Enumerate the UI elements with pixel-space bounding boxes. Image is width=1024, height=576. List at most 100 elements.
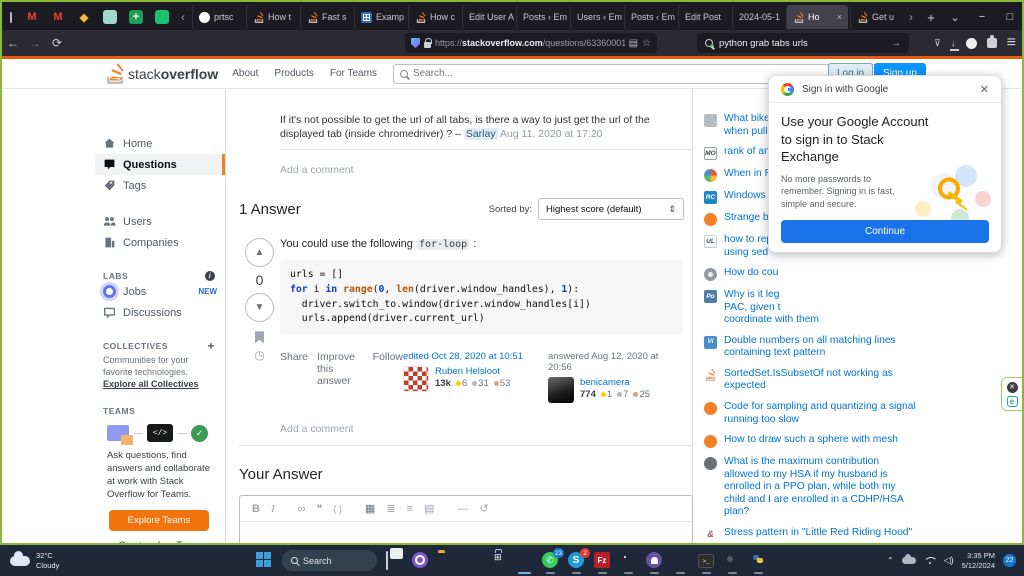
sort-select[interactable]: Highest score (default) — [538, 198, 684, 220]
italic-icon[interactable] — [271, 503, 275, 515]
share-link[interactable]: Share — [280, 351, 308, 403]
upvote-button[interactable]: ▲ — [245, 238, 274, 267]
reload-icon[interactable]: ⟳ — [46, 36, 68, 50]
hot-question[interactable]: SortedSet.IsSubsetOf not working as expe… — [704, 368, 916, 393]
sidebar-item-users[interactable]: Users — [95, 211, 225, 232]
window-maximize-button[interactable]: □ — [996, 5, 1024, 29]
explore-teams-button[interactable]: Explore Teams — [109, 510, 209, 531]
list-tabs-icon[interactable]: ⌄ — [944, 7, 966, 27]
chrome-button[interactable] — [620, 552, 637, 569]
answer-textarea[interactable] — [240, 522, 692, 545]
downvote-button[interactable]: ▼ — [245, 293, 274, 322]
pinned-tab-gmail-1[interactable]: M — [20, 6, 44, 28]
task-view-button[interactable] — [386, 552, 403, 569]
close-tab-icon[interactable]: × — [837, 12, 842, 22]
info-icon[interactable]: i — [205, 271, 215, 281]
history-icon[interactable]: ◷ — [254, 348, 264, 362]
onedrive-icon[interactable] — [902, 557, 916, 564]
adblock-icon[interactable] — [966, 38, 977, 49]
python-app-button[interactable] — [750, 552, 767, 569]
firefox-view-icon[interactable] — [10, 12, 12, 23]
tab-posts-1[interactable]: Posts ‹ Em — [516, 5, 568, 29]
tab-how-2[interactable]: How c — [408, 5, 460, 29]
image-icon[interactable] — [365, 502, 375, 515]
edge-button[interactable] — [464, 552, 481, 569]
back-icon[interactable]: ← — [2, 36, 24, 50]
close-icon[interactable]: ✕ — [980, 83, 989, 96]
hot-question[interactable]: Code for sampling and quantizing a signa… — [704, 401, 916, 426]
hot-question[interactable]: How to draw such a sphere with mesh — [704, 434, 916, 448]
window-minimize-button[interactable]: − — [968, 5, 996, 29]
tab-how-1[interactable]: How t — [246, 5, 298, 29]
store-button[interactable] — [490, 552, 507, 569]
terminal-button[interactable]: >_ — [698, 552, 715, 569]
weather-widget[interactable]: 32°CCloudy — [0, 551, 59, 571]
sidebar-item-questions[interactable]: Questions — [95, 154, 225, 175]
add-comment-link[interactable]: Add a comment — [280, 423, 692, 435]
code-block[interactable]: urls = []for i in range(0, len(driver.wi… — [280, 260, 683, 335]
wifi-icon[interactable] — [924, 557, 936, 565]
firefox-button[interactable] — [516, 552, 533, 569]
comment-author-link[interactable]: Sarlay — [464, 128, 498, 140]
tab-example[interactable]: Examp — [354, 5, 406, 29]
sidebar-item-jobs[interactable]: JobsNEW — [95, 281, 225, 302]
user-link[interactable]: benicamera — [580, 377, 650, 388]
go-arrow-icon[interactable]: → — [892, 38, 902, 49]
undo-icon[interactable] — [479, 502, 488, 515]
skype-button[interactable]: S2 — [568, 552, 585, 569]
hot-question[interactable]: PoWhy is it leg PAC, given t coordinate … — [704, 289, 916, 327]
tab-users[interactable]: Users ‹ Em — [570, 5, 622, 29]
pinned-tab-sheets[interactable]: + — [124, 6, 148, 28]
whatsapp-button[interactable]: ✆23 — [542, 552, 559, 569]
tray-expand-icon[interactable]: ⌃ — [887, 556, 894, 565]
explore-collectives-link[interactable]: Explore all Collectives — [95, 379, 199, 389]
nav-products[interactable]: Products — [274, 68, 313, 79]
unordered-list-icon[interactable] — [407, 503, 413, 515]
hot-question[interactable]: How do cou — [704, 267, 916, 281]
file-explorer-button[interactable] — [438, 552, 455, 569]
hot-question[interactable]: ViDouble numbers on all matching lines c… — [704, 335, 916, 360]
sidebar-item-companies[interactable]: Companies — [95, 232, 225, 253]
follow-link[interactable]: Follow — [373, 351, 403, 403]
bookmark-icon[interactable] — [255, 331, 264, 343]
reader-view-icon[interactable]: ▤ — [629, 38, 638, 49]
add-collective-icon[interactable]: + — [207, 339, 215, 353]
stackoverflow-logo[interactable]: stackoverflow — [106, 63, 218, 84]
clock[interactable]: 3:35 PM5/12/2024 — [962, 551, 995, 571]
bookmark-star-icon[interactable]: ☆ — [642, 38, 651, 49]
taskbar-search[interactable]: Search — [282, 550, 377, 571]
hot-question[interactable]: &Stress pattern in "Little Red Riding Ho… — [704, 527, 916, 541]
volume-icon[interactable]: ◁) — [944, 555, 954, 566]
browser-search-bar[interactable]: python grab tabs urls → — [697, 33, 909, 53]
tab-get-url[interactable]: Get u — [850, 5, 902, 29]
continue-button[interactable]: Continue — [781, 220, 989, 243]
sidebar-item-discussions[interactable]: Discussions — [95, 302, 225, 323]
tab-active-how-to-detect[interactable]: Ho× — [786, 5, 848, 29]
sidebar-item-tags[interactable]: Tags — [95, 175, 225, 196]
vscode-button[interactable] — [672, 552, 689, 569]
tab-prtsc[interactable]: prtsc — [192, 5, 244, 29]
downloads-icon[interactable]: ↓ — [951, 38, 956, 49]
tab-fast[interactable]: Fast s — [300, 5, 352, 29]
hot-question[interactable]: What is the maximum contribution allowed… — [704, 456, 916, 519]
avatar[interactable] — [403, 366, 429, 392]
bold-icon[interactable] — [252, 503, 260, 515]
nav-for-teams[interactable]: For Teams — [330, 68, 377, 79]
ordered-list-icon[interactable] — [386, 502, 395, 515]
menu-icon[interactable]: ≡ — [1007, 34, 1016, 52]
code-icon[interactable] — [333, 503, 342, 515]
gitkraken-button[interactable] — [646, 552, 663, 569]
tab-scroll-right-icon[interactable]: › — [904, 10, 918, 24]
blockquote-icon[interactable] — [316, 502, 322, 515]
filezilla-button[interactable]: Fz — [594, 552, 611, 569]
clipchamp-button[interactable] — [412, 552, 429, 569]
start-button[interactable] — [256, 552, 273, 569]
address-bar[interactable]: https://stackoverflow.com/questions/6336… — [405, 33, 657, 53]
notification-count-badge[interactable]: 22 — [1003, 554, 1016, 567]
pinned-tab-gmail-2[interactable]: M — [46, 6, 70, 28]
nav-about[interactable]: About — [232, 68, 258, 79]
close-icon[interactable]: ✕ — [1007, 382, 1018, 393]
user-link[interactable]: Ruben Helsloot — [435, 366, 510, 377]
pocket-icon[interactable]: ⊽ — [934, 38, 941, 49]
tab-date[interactable]: 2024-05-1 — [732, 5, 784, 29]
